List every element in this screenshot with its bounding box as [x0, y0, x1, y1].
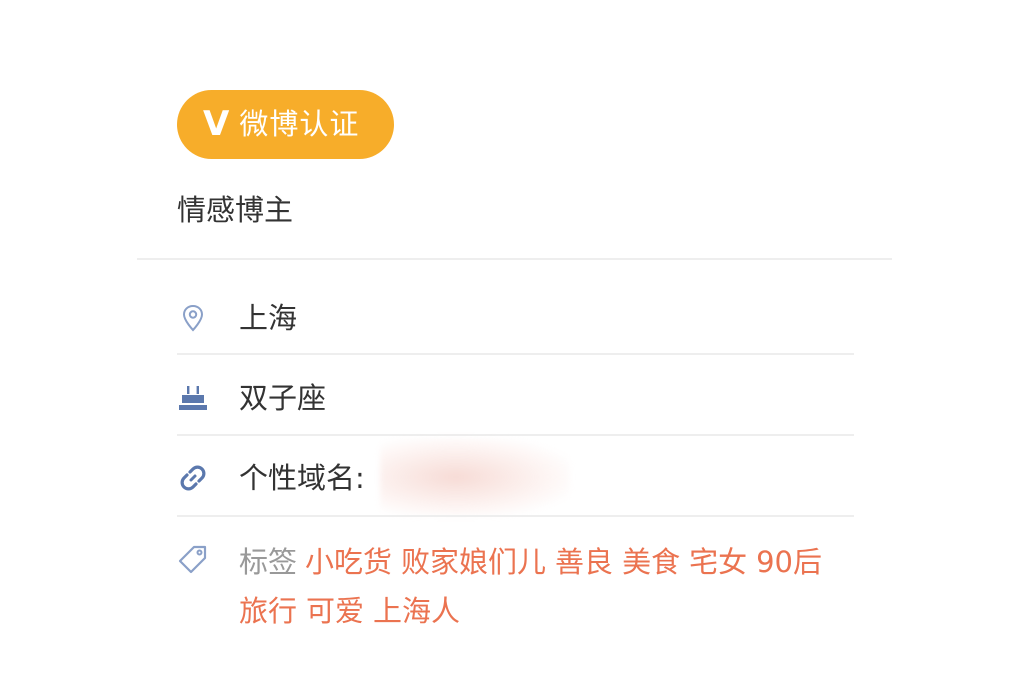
tag-link[interactable]: 上海人 — [373, 594, 460, 628]
domain-label: 个性域名: — [239, 461, 365, 495]
tag-link[interactable]: 宅女 — [689, 545, 747, 579]
tag-link[interactable]: 可爱 — [306, 594, 364, 628]
row-divider — [177, 434, 854, 436]
tag-link[interactable]: 美食 — [622, 545, 680, 579]
section-divider — [137, 258, 892, 260]
tag-link[interactable]: 旅行 — [239, 594, 297, 628]
tag-link[interactable]: 小吃货 — [305, 545, 392, 579]
verified-v-icon: V — [203, 103, 230, 144]
tag-link[interactable]: 败家娘们儿 — [401, 545, 546, 579]
link-icon — [177, 462, 209, 494]
location-row: 上海 — [177, 298, 854, 338]
profile-info-card: V 微博认证 情感博主 上海 双子座 个性域名: 标签 小吃货 败家娘们儿 善良… — [0, 0, 1024, 689]
birthday-value: 双子座 — [239, 381, 327, 415]
location-value: 上海 — [239, 301, 298, 335]
tag-link[interactable]: 善良 — [555, 545, 613, 579]
tags-label: 标签 — [239, 545, 298, 579]
birthday-cake-icon — [177, 382, 209, 414]
tags-list: 标签 小吃货 败家娘们儿 善良 美食 宅女 90后旅行 可爱 上海人 — [239, 538, 859, 636]
location-pin-icon — [177, 302, 209, 334]
verified-badge-label: 微博认证 — [239, 107, 360, 141]
tag-link[interactable]: 90后 — [756, 545, 822, 579]
tag-icon — [177, 544, 209, 576]
weibo-verified-badge[interactable]: V 微博认证 — [177, 90, 394, 159]
domain-value-blurred — [380, 438, 570, 516]
birthday-row: 双子座 — [177, 378, 854, 418]
verification-description: 情感博主 — [177, 193, 294, 227]
row-divider — [177, 353, 854, 355]
tags-row: 标签 小吃货 败家娘们儿 善良 美食 宅女 90后旅行 可爱 上海人 — [177, 538, 867, 636]
row-divider — [177, 515, 854, 517]
